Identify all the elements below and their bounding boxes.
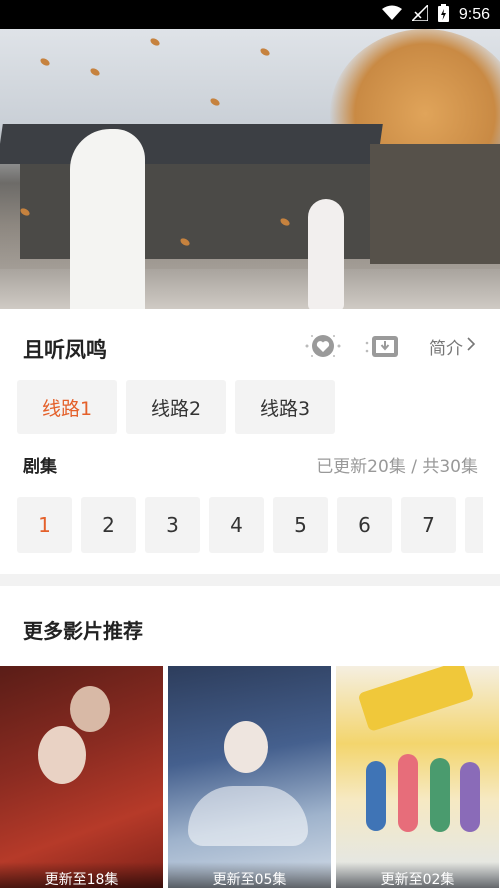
recommendation-list: 更新至18集 更新至05集 更新至02集	[0, 666, 500, 888]
poster-art	[38, 726, 86, 784]
recommendation-poster-2[interactable]: 更新至05集	[168, 666, 331, 888]
intro-label: 简介	[429, 339, 463, 359]
poster-art	[430, 758, 450, 832]
poster-art	[366, 761, 386, 831]
episode-button[interactable]: 3	[145, 497, 200, 553]
route-2-button[interactable]: 线路2	[126, 380, 226, 434]
status-time: 9:56	[458, 6, 490, 23]
leaf-decoration	[89, 66, 101, 78]
hero-figure-right	[308, 199, 344, 309]
episode-button[interactable]: 6	[337, 497, 392, 553]
leaf-decoration	[39, 56, 51, 68]
poster-caption: 更新至18集	[0, 862, 163, 888]
wifi-icon	[381, 5, 402, 25]
leaf-decoration	[209, 96, 221, 108]
hero-figure-left	[70, 129, 145, 309]
episodes-header: 剧集 已更新20集 / 共30集	[23, 452, 478, 477]
route-3-button[interactable]: 线路3	[235, 380, 335, 434]
route-selector: 线路1 线路2 线路3	[17, 380, 335, 434]
poster-art	[398, 754, 418, 832]
episode-button-partial[interactable]	[465, 497, 483, 553]
signal-icon	[410, 3, 429, 25]
poster-art	[188, 786, 308, 846]
more-recommendations-title: 更多影片推荐	[23, 619, 143, 643]
download-button[interactable]	[362, 332, 404, 364]
poster-caption: 更新至02集	[336, 862, 499, 888]
section-divider	[0, 574, 500, 586]
poster-art	[357, 666, 475, 733]
episode-button[interactable]: 7	[401, 497, 456, 553]
poster-art	[460, 762, 480, 832]
show-title-row: 且听凤鸣 简介	[0, 322, 500, 376]
favorite-button[interactable]	[302, 332, 344, 364]
leaf-decoration	[149, 36, 161, 48]
episodes-label: 剧集	[23, 457, 57, 477]
route-1-button[interactable]: 线路1	[17, 380, 117, 434]
episode-button[interactable]: 2	[81, 497, 136, 553]
episode-button[interactable]: 5	[273, 497, 328, 553]
show-title: 且听凤鸣	[23, 338, 107, 362]
episode-button[interactable]: 4	[209, 497, 264, 553]
heart-icon	[303, 331, 343, 365]
intro-link[interactable]: 简介	[429, 334, 476, 359]
hero-house-art-right	[370, 144, 500, 264]
poster-art	[70, 686, 110, 732]
episode-button[interactable]: 1	[17, 497, 72, 553]
download-icon	[363, 331, 403, 365]
chevron-right-icon	[466, 336, 476, 357]
battery-charging-icon	[437, 4, 449, 26]
episode-list[interactable]: 1 2 3 4 5 6 7	[17, 497, 483, 553]
leaf-decoration	[259, 46, 271, 58]
recommendation-poster-3[interactable]: 更新至02集	[336, 666, 499, 888]
poster-art	[224, 721, 268, 773]
hero-roof-art	[0, 124, 383, 164]
poster-caption: 更新至05集	[168, 862, 331, 888]
video-player-banner[interactable]	[0, 29, 500, 309]
status-bar: 9:56	[0, 0, 500, 29]
episodes-update-status: 已更新20集 / 共30集	[316, 457, 478, 477]
recommendation-poster-1[interactable]: 更新至18集	[0, 666, 163, 888]
